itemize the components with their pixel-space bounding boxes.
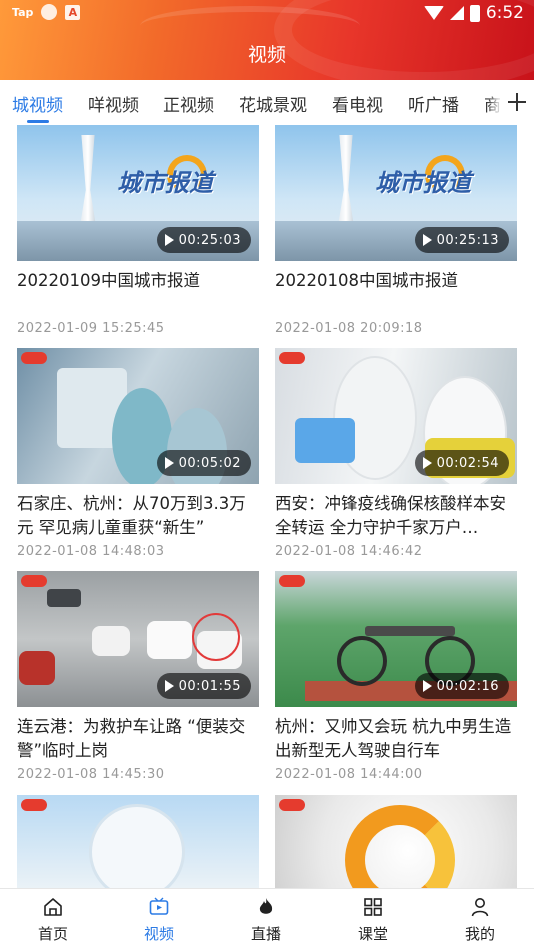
add-channel-button[interactable] (500, 80, 534, 124)
video-thumbnail[interactable]: 城市报道 00:25:13 (275, 125, 517, 261)
duration-badge: 00:01:55 (156, 673, 251, 699)
tab-zheng-video[interactable]: 正视频 (163, 91, 214, 116)
user-icon (471, 898, 489, 917)
channel-tabs: 城视频 咩视频 正视频 花城景观 看电视 听广播 商 (0, 80, 534, 124)
video-title[interactable]: 20220109中国城市报道 (17, 269, 259, 293)
play-icon (164, 234, 174, 246)
play-icon (422, 234, 432, 246)
video-title[interactable]: 连云港：为救护车让路 “便装交警”临时上岗 (17, 715, 259, 763)
home-icon (44, 898, 62, 916)
duration-badge: 00:25:03 (156, 227, 251, 253)
video-thumbnail[interactable]: 00:05:02 (17, 348, 259, 484)
bottom-navigation: 首页 视频 直播 课堂 我的 (0, 888, 534, 950)
tab-mie-video[interactable]: 咩视频 (88, 91, 139, 116)
tap-notification-label: Tap (12, 5, 34, 19)
tab-partial[interactable]: 商 (484, 91, 501, 116)
video-title[interactable]: 西安：冲锋疫线确保核酸样本安全转运 全力守护千家万户… (275, 492, 517, 540)
nav-home[interactable]: 首页 (0, 889, 106, 950)
app-notification-icon (41, 4, 58, 20)
video-title[interactable]: 杭州：又帅又会玩 杭九中男生造出新型无人驾驶自行车 (275, 715, 517, 763)
text-notification-icon: A (65, 4, 81, 20)
nav-classroom[interactable]: 课堂 (320, 889, 426, 950)
wifi-icon (423, 6, 444, 20)
status-time: 6:52 (485, 3, 524, 23)
tab-watch-tv[interactable]: 看电视 (332, 91, 383, 116)
app-header: Tap A 6:52 视频 (0, 0, 534, 80)
video-thumbnail[interactable] (275, 795, 517, 888)
duration-badge: 00:02:16 (414, 673, 509, 699)
play-icon (422, 680, 432, 692)
video-thumbnail[interactable]: 00:02:54 (275, 348, 517, 484)
nav-profile[interactable]: 我的 (427, 889, 533, 950)
active-tab-indicator (27, 120, 49, 123)
nav-label: 课堂 (357, 925, 388, 943)
video-title[interactable]: 20220108中国城市报道 (275, 269, 517, 293)
tab-flower-city[interactable]: 花城景观 (239, 91, 307, 116)
status-notifications: Tap A (12, 4, 81, 20)
duration-badge: 00:02:54 (414, 450, 509, 476)
video-thumbnail[interactable]: 00:02:16 (275, 571, 517, 707)
video-date: 2022-01-08 14:44:00 (275, 767, 423, 782)
nav-live[interactable]: 直播 (213, 889, 319, 950)
duration-text: 00:02:16 (436, 678, 499, 694)
duration-text: 00:25:03 (178, 232, 241, 248)
video-date: 2022-01-08 14:45:30 (17, 767, 165, 782)
video-date: 2022-01-08 20:09:18 (275, 321, 423, 336)
video-thumbnail[interactable]: 城市报道 00:25:03 (17, 125, 259, 261)
video-title[interactable]: 石家庄、杭州：从70万到3.3万元 罕见病儿童重获“新生” (17, 492, 259, 540)
nav-video[interactable]: 视频 (106, 889, 212, 950)
status-bar: Tap A 6:52 (0, 0, 534, 28)
video-date: 2022-01-09 15:25:45 (17, 321, 165, 336)
nav-label: 视频 (143, 925, 174, 943)
video-thumbnail[interactable]: 00:01:55 (17, 571, 259, 707)
duration-text: 00:01:55 (178, 678, 241, 694)
duration-badge: 00:05:02 (156, 450, 251, 476)
battery-icon (469, 4, 480, 22)
nav-label: 直播 (250, 925, 281, 943)
nav-label: 我的 (464, 925, 495, 943)
page-title: 视频 (247, 44, 286, 66)
program-logo: 城市报道 (375, 169, 471, 197)
play-icon (422, 457, 432, 469)
grid-icon (364, 898, 382, 916)
nav-label: 首页 (37, 925, 68, 943)
cell-signal-icon (449, 6, 464, 20)
video-thumbnail[interactable] (17, 795, 259, 888)
play-icon (164, 457, 174, 469)
duration-text: 00:25:13 (436, 232, 499, 248)
tab-city-video[interactable]: 城视频 (12, 91, 63, 116)
tab-radio[interactable]: 听广播 (408, 91, 459, 116)
video-date: 2022-01-08 14:48:03 (17, 544, 165, 559)
duration-text: 00:02:54 (436, 455, 499, 471)
program-logo: 城市报道 (117, 169, 213, 197)
duration-badge: 00:25:13 (414, 227, 509, 253)
video-date: 2022-01-08 14:46:42 (275, 544, 423, 559)
status-system: 6:52 (423, 3, 524, 23)
live-flame-icon (259, 898, 273, 914)
duration-text: 00:05:02 (178, 455, 241, 471)
play-icon (164, 680, 174, 692)
video-icon (149, 897, 169, 915)
